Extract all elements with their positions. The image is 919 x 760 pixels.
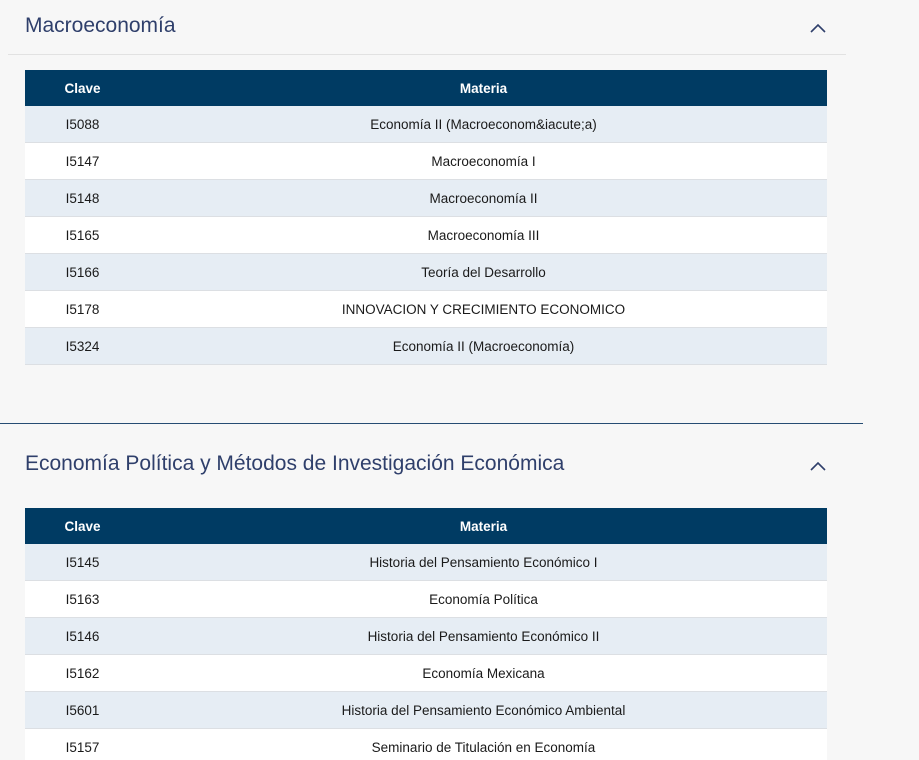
chevron-up-icon[interactable] xyxy=(808,456,828,476)
cell-materia: Macroeconomía I xyxy=(140,142,827,180)
table-row: I5146 Historia del Pensamiento Económico… xyxy=(25,617,827,655)
table-row: I5157 Seminario de Titulación en Economí… xyxy=(25,728,827,760)
cell-materia: INNOVACION Y CRECIMIENTO ECONOMICO xyxy=(140,290,827,328)
table-row: I5163 Economía Política xyxy=(25,580,827,618)
table-row: I5162 Economía Mexicana xyxy=(25,654,827,692)
cell-clave: I5163 xyxy=(25,580,140,618)
section-macroeconomia: Macroeconomía Clave Materia I5088 Econom… xyxy=(0,0,919,365)
courses-table: Clave Materia I5088 Economía II (Macroec… xyxy=(25,70,827,365)
cell-clave: I5162 xyxy=(25,654,140,692)
accordion-header-economia-politica[interactable]: Economía Política y Métodos de Investiga… xyxy=(0,438,919,492)
table-row: I5148 Macroeconomía II xyxy=(25,179,827,217)
cell-materia: Macroeconomía II xyxy=(140,179,827,217)
column-header-clave: Clave xyxy=(25,70,140,106)
cell-clave: I5088 xyxy=(25,106,140,143)
table-row: I5178 INNOVACION Y CRECIMIENTO ECONOMICO xyxy=(25,290,827,328)
cell-clave: I5601 xyxy=(25,691,140,729)
cell-clave: I5147 xyxy=(25,142,140,180)
section-title: Economía Política y Métodos de Investiga… xyxy=(25,452,565,475)
table-row: I5601 Historia del Pensamiento Económico… xyxy=(25,691,827,729)
cell-materia: Economía Mexicana xyxy=(140,654,827,692)
table-row: I5324 Economía II (Macroeconomía) xyxy=(25,327,827,365)
table-header-row: Clave Materia xyxy=(25,70,827,106)
cell-clave: I5324 xyxy=(25,327,140,365)
cell-materia: Historia del Pensamiento Económico I xyxy=(140,544,827,581)
section-economia-politica: Economía Política y Métodos de Investiga… xyxy=(0,438,919,760)
table-header-row: Clave Materia xyxy=(25,508,827,544)
chevron-up-icon[interactable] xyxy=(808,18,828,38)
cell-materia: Historia del Pensamiento Económico Ambie… xyxy=(140,691,827,729)
cell-clave: I5157 xyxy=(25,728,140,760)
cell-clave: I5165 xyxy=(25,216,140,254)
cell-materia: Macroeconomía III xyxy=(140,216,827,254)
cell-clave: I5148 xyxy=(25,179,140,217)
section-title: Macroeconomía xyxy=(25,14,176,37)
cell-clave: I5166 xyxy=(25,253,140,291)
accordion-header-macroeconomia[interactable]: Macroeconomía xyxy=(0,0,919,55)
column-header-clave: Clave xyxy=(25,508,140,544)
cell-materia: Economía II (Macroeconom&iacute;a) xyxy=(140,106,827,143)
header-divider xyxy=(8,54,846,55)
table-row: I5088 Economía II (Macroeconom&iacute;a) xyxy=(25,106,827,143)
cell-clave: I5178 xyxy=(25,290,140,328)
table-row: I5165 Macroeconomía III xyxy=(25,216,827,254)
table-row: I5147 Macroeconomía I xyxy=(25,142,827,180)
section-divider xyxy=(0,423,863,424)
column-header-materia: Materia xyxy=(140,70,827,106)
table-row: I5166 Teoría del Desarrollo xyxy=(25,253,827,291)
cell-materia: Historia del Pensamiento Económico II xyxy=(140,617,827,655)
table-row: I5145 Historia del Pensamiento Económico… xyxy=(25,544,827,581)
cell-materia: Teoría del Desarrollo xyxy=(140,253,827,291)
courses-table: Clave Materia I5145 Historia del Pensami… xyxy=(25,508,827,760)
cell-clave: I5146 xyxy=(25,617,140,655)
cell-materia: Seminario de Titulación en Economía xyxy=(140,728,827,760)
cell-materia: Economía II (Macroeconomía) xyxy=(140,327,827,365)
page: Macroeconomía Clave Materia I5088 Econom… xyxy=(0,0,919,760)
cell-clave: I5145 xyxy=(25,544,140,581)
column-header-materia: Materia xyxy=(140,508,827,544)
cell-materia: Economía Política xyxy=(140,580,827,618)
